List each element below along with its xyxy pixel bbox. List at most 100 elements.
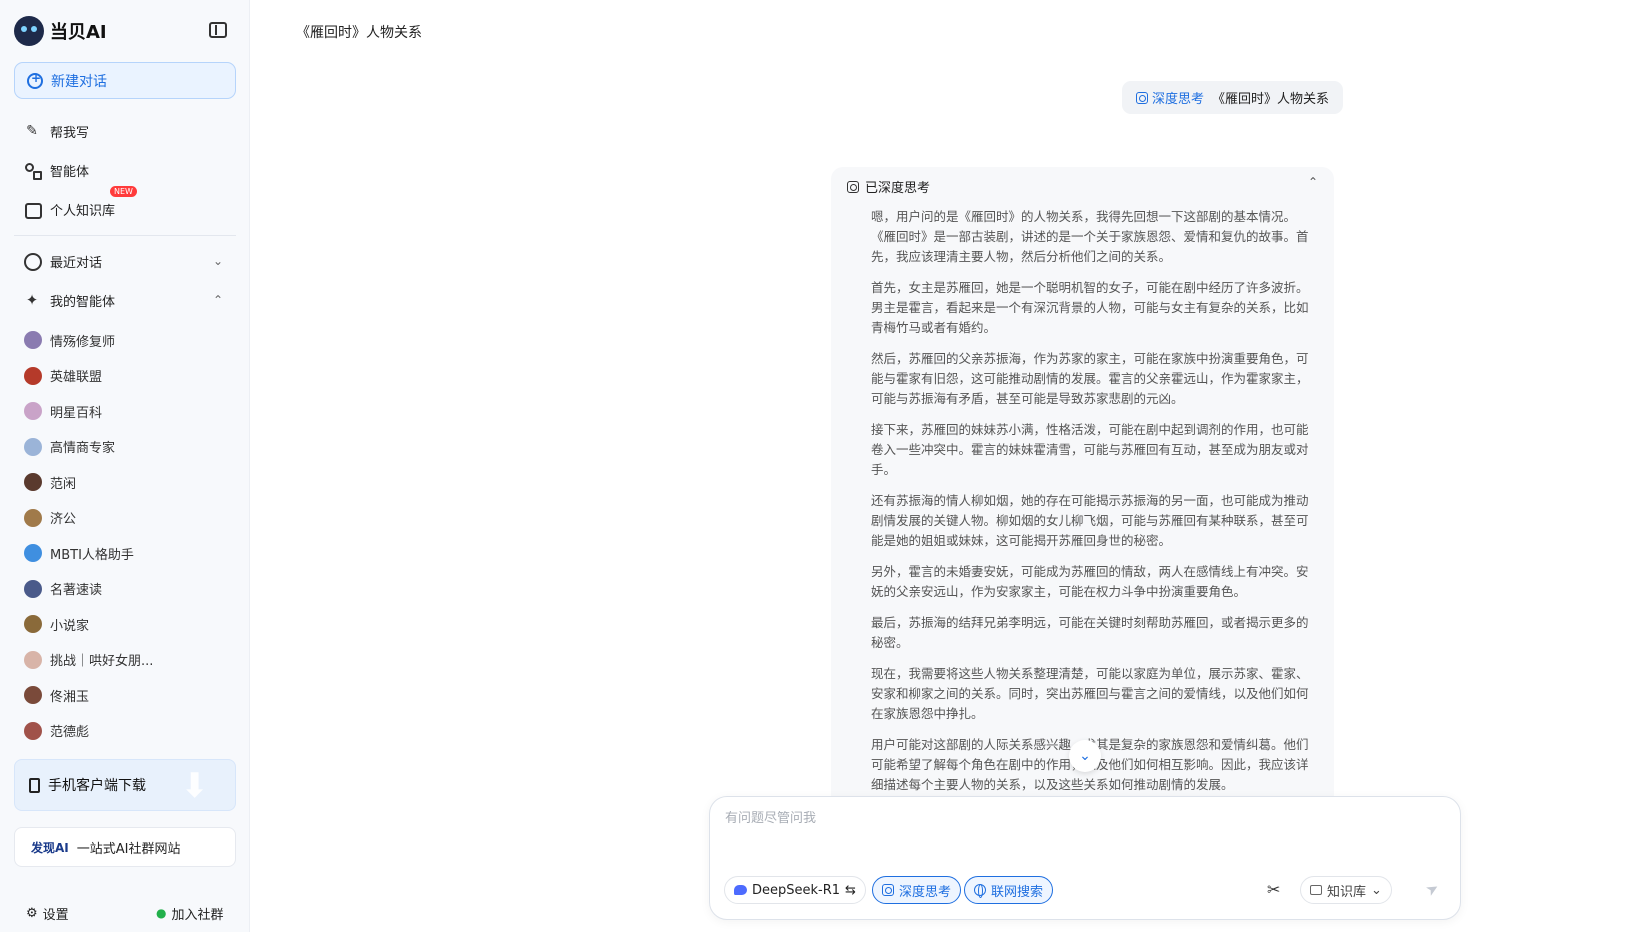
user-message-bubble: 深度思考 《雁回时》人物关系 [1122, 81, 1344, 114]
app-root: 当贝AI 新建对话 帮我写 智能体 个人知识库 NEW 最近对话 ⌄ 我的智能 [0, 0, 1634, 932]
new-chat-icon [27, 71, 43, 89]
agent-item[interactable]: 小说家 [24, 614, 89, 634]
chevron-down-icon[interactable]: ⌄ [213, 254, 223, 268]
agent-name: 高情商专家 [50, 441, 116, 456]
sidebar: 当贝AI 新建对话 帮我写 智能体 个人知识库 NEW 最近对话 ⌄ 我的智能 [0, 0, 250, 932]
thinking-paragraph: 另外，霍言的未婚妻安妩，可能成为苏雁回的情敌，两人在感情线上有冲突。安妩的父亲安… [871, 564, 1309, 599]
pen-icon [24, 123, 40, 139]
new-chat-label: 新建对话 [51, 73, 107, 90]
download-label: 手机客户端下载 [48, 778, 146, 794]
new-chat-button[interactable]: 新建对话 [14, 62, 236, 99]
join-group-label: 加入社群 [171, 907, 224, 923]
join-group-link[interactable]: 加入社群 [156, 903, 224, 923]
agent-avatar [24, 686, 42, 704]
thinking-paragraph: 首先，女主是苏雁回，她是一个聪明机智的女子，可能在剧中经历了许多波折。男主是霍言… [871, 280, 1309, 335]
page-title: 《雁回时》人物关系 [296, 25, 422, 41]
download-app-card[interactable]: 手机客户端下载 ⬇ [14, 759, 236, 811]
thinking-icon [847, 180, 859, 193]
brand[interactable]: 当贝AI [14, 16, 107, 46]
thinking-header-label: 已深度思考 [865, 181, 931, 196]
thinking-body: 嗯，用户问的是《雁回时》的人物关系，我得先回想一下这部剧的基本情况。《雁回时》是… [871, 207, 1311, 806]
nav-agents-label: 智能体 [50, 164, 90, 180]
agent-item[interactable]: 明星百科 [24, 401, 102, 421]
agent-avatar [24, 402, 42, 420]
agent-item[interactable]: 范德彪 [24, 721, 89, 741]
agent-name: 范闲 [50, 476, 77, 492]
settings-label: 设置 [42, 907, 69, 923]
agent-name: 名著速读 [50, 583, 103, 598]
knowledge-base-selector[interactable]: 知识库 ⌄ [1300, 876, 1392, 904]
thinking-header[interactable]: 已深度思考 [847, 177, 930, 196]
agent-name: 情殇修复师 [50, 334, 116, 350]
agent-item[interactable]: 名著速读 [24, 579, 102, 599]
agent-avatar [24, 508, 42, 527]
agent-avatar [24, 615, 42, 633]
agent-name: 佟湘玉 [50, 689, 90, 705]
agent-avatar [24, 437, 42, 456]
sidebar-toggle-icon[interactable] [209, 22, 227, 38]
switch-icon: ⇆ [845, 882, 856, 898]
nav-help-write-label: 帮我写 [50, 125, 90, 141]
agent-name: 范德彪 [50, 725, 90, 740]
agent-name: MBTI人格助手 [50, 547, 134, 563]
folder-icon [1310, 885, 1322, 895]
send-icon[interactable]: ➤ [1422, 878, 1442, 900]
chat-input[interactable] [725, 811, 1425, 826]
deep-think-tag: 深度思考 [1136, 88, 1204, 107]
brand-logo-icon [14, 16, 44, 46]
nav-my-agents-label: 我的智能体 [50, 294, 116, 310]
settings-link[interactable]: 设置 [26, 903, 69, 923]
composer: DeepSeek-R1 ⇆ 深度思考 联网搜索 ✂ 知识库 ⌄ ➤ [709, 796, 1461, 920]
deepseek-icon [734, 885, 747, 895]
web-search-toggle[interactable]: 联网搜索 [964, 876, 1054, 904]
nav-recent-chats[interactable]: 最近对话 [24, 249, 102, 273]
scissors-icon[interactable]: ✂ [1267, 880, 1280, 899]
promo-label: 一站式AI社群网站 [76, 841, 181, 857]
promo-card[interactable]: 发现AI 一站式AI社群网站 [14, 827, 236, 867]
knowledge-base-label: 知识库 [1327, 884, 1367, 900]
agent-avatar [24, 650, 42, 669]
sparkle-icon [24, 292, 40, 308]
agent-name: 小说家 [50, 618, 90, 634]
nav-personal-kb-label: 个人知识库 [50, 203, 116, 219]
agent-item[interactable]: 济公 [24, 508, 76, 528]
nav-personal-kb[interactable]: 个人知识库 [24, 197, 115, 221]
agent-avatar [24, 544, 42, 562]
nav-recent-chats-label: 最近对话 [50, 255, 103, 271]
thinking-paragraph: 最后，苏振海的结拜兄弟李明远，可能在关键时刻帮助苏雁回，或者揭示更多的秘密。 [871, 615, 1309, 650]
agent-avatar [24, 366, 42, 385]
agent-item[interactable]: 挑战｜哄好女朋... [24, 650, 153, 670]
web-search-label: 联网搜索 [991, 884, 1044, 900]
scroll-to-bottom-button[interactable]: ⌄ [1069, 740, 1101, 772]
globe-icon [974, 884, 986, 898]
user-message-text: 《雁回时》人物关系 [1212, 92, 1330, 107]
chevron-down-icon: ⌄ [1371, 882, 1382, 898]
agent-item[interactable]: 英雄联盟 [24, 366, 102, 386]
agent-item[interactable]: 范闲 [24, 472, 76, 492]
agent-item[interactable]: 情殇修复师 [24, 330, 115, 350]
download-arrow-icon: ⬇ [180, 766, 210, 806]
model-selector[interactable]: DeepSeek-R1 ⇆ [724, 876, 866, 904]
deep-think-icon [882, 884, 894, 896]
phone-icon [29, 777, 40, 793]
chevron-up-icon[interactable]: ⌃ [213, 293, 223, 307]
thinking-paragraph: 然后，苏雁回的父亲苏振海，作为苏家的家主，可能在家族中扮演重要角色，可能与霍家有… [871, 351, 1309, 406]
thinking-paragraph: 嗯，用户问的是《雁回时》的人物关系，我得先回想一下这部剧的基本情况。《雁回时》是… [871, 209, 1309, 264]
chat-bubble-icon [24, 253, 42, 271]
nav-help-write[interactable]: 帮我写 [24, 119, 89, 143]
deep-think-label: 深度思考 [899, 884, 952, 900]
new-badge: NEW [110, 186, 137, 197]
nav-agents[interactable]: 智能体 [24, 158, 89, 182]
agent-name: 挑战｜哄好女朋... [50, 654, 154, 669]
nav-my-agents[interactable]: 我的智能体 [24, 288, 115, 312]
brand-name: 当贝AI [50, 22, 107, 43]
collapse-thinking-icon[interactable]: ⌃ [1308, 175, 1318, 189]
deep-think-toggle[interactable]: 深度思考 [872, 876, 962, 904]
agent-item[interactable]: 佟湘玉 [24, 685, 89, 705]
knowledge-base-icon [24, 201, 42, 219]
promo-logo: 发现AI [31, 840, 69, 855]
agent-item[interactable]: MBTI人格助手 [24, 543, 134, 563]
chevron-down-icon: ⌄ [1079, 748, 1091, 764]
agent-item[interactable]: 高情商专家 [24, 437, 115, 457]
thinking-panel: 已深度思考 ⌃ 嗯，用户问的是《雁回时》的人物关系，我得先回想一下这部剧的基本情… [831, 167, 1334, 807]
